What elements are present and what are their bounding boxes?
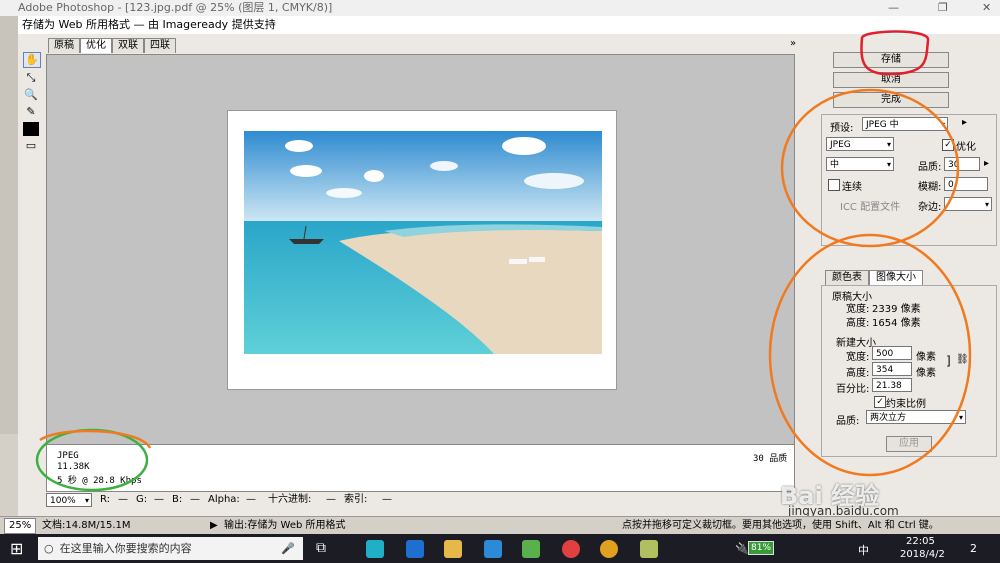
windows-taskbar: ⊞ ○ 在这里输入你要搜索的内容 🎤 ⧉ 🔌 81% 中 22:05 2018/4… — [0, 534, 1000, 563]
play-icon[interactable]: ▶ — [210, 517, 218, 535]
file-explorer-icon[interactable] — [444, 540, 462, 558]
clock-date[interactable]: 2018/4/2 — [900, 549, 945, 560]
app-icon-1[interactable] — [366, 540, 384, 558]
edge-icon[interactable] — [406, 540, 424, 558]
search-circle-icon: ○ — [44, 542, 54, 555]
netease-music-icon[interactable] — [562, 540, 580, 558]
annotation-green-info — [35, 428, 149, 492]
annotation-layer — [35, 30, 972, 492]
app-icon-play[interactable] — [522, 540, 540, 558]
ps-zoom[interactable]: 25% — [4, 518, 37, 534]
ps-doc-size: 文档:14.8M/15.1M — [42, 520, 131, 531]
microphone-icon[interactable]: 🎤 — [281, 537, 295, 560]
clock-time[interactable]: 22:05 — [906, 536, 935, 547]
search-placeholder: 在这里输入你要搜索的内容 — [59, 542, 192, 555]
task-view-icon[interactable]: ⧉ — [316, 540, 326, 556]
notification-count[interactable]: 2 — [970, 542, 977, 555]
annotation-orange-settings — [780, 88, 960, 248]
windows-start-icon[interactable]: ⊞ — [10, 539, 23, 558]
photoshop-task-icon[interactable] — [640, 540, 658, 558]
ime-indicator[interactable]: 中 — [858, 542, 869, 558]
battery-level[interactable]: 81% — [748, 541, 775, 555]
ps-hint: 点按并拖移可定义裁切框。要用其他选项，使用 Shift、Alt 和 Ctrl 键… — [622, 520, 939, 531]
annotation-orange-size — [768, 233, 972, 477]
power-icon: 🔌 — [735, 542, 749, 555]
taskbar-search[interactable]: ○ 在这里输入你要搜索的内容 🎤 — [38, 537, 303, 560]
chrome-icon[interactable] — [600, 540, 618, 558]
ps-output: 输出:存储为 Web 所用格式 — [224, 520, 346, 531]
app-icon-bird[interactable] — [484, 540, 502, 558]
annotation-red-save — [860, 30, 930, 76]
ps-status-bar: 25% 文档:14.8M/15.1M ▶ 输出:存储为 Web 所用格式 点按并… — [0, 516, 1000, 535]
